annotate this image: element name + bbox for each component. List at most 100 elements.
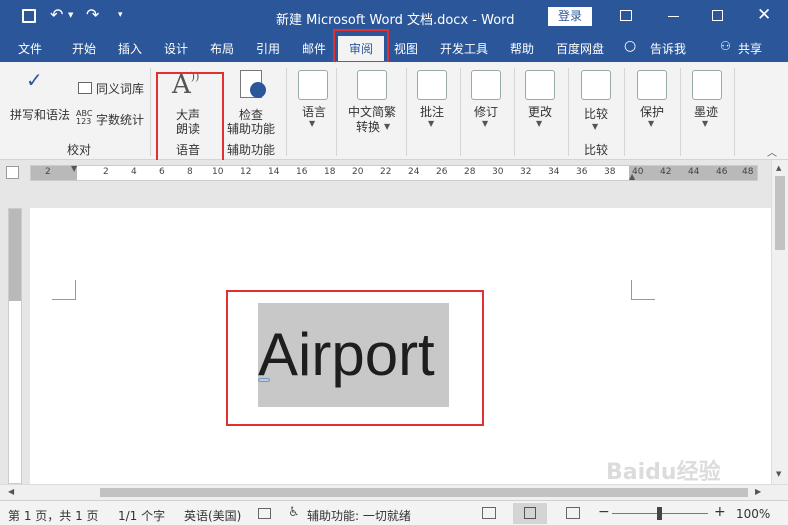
ribbon-display-options-icon[interactable] bbox=[620, 10, 632, 21]
document-page[interactable]: Airport Baidu经验 bbox=[30, 208, 777, 485]
accessibility-icon: ♿ bbox=[288, 505, 300, 520]
protect-dropdown-icon[interactable]: ▼ bbox=[648, 119, 654, 128]
watermark-logo: Baidu经验 bbox=[606, 460, 721, 485]
document-title: 新建 Microsoft Word 文档.docx - Word bbox=[276, 13, 515, 28]
status-bar: 第 1 页，共 1 页 1/1 个字 英语(美国) ♿ 辅助功能: 一切就绪 −… bbox=[0, 500, 788, 525]
tab-design[interactable]: 设计 bbox=[164, 40, 188, 57]
print-layout-inner-icon bbox=[524, 507, 536, 519]
tab-layout[interactable]: 布局 bbox=[210, 40, 234, 57]
page-count[interactable]: 第 1 页，共 1 页 bbox=[8, 507, 99, 524]
zoom-in-icon[interactable]: + bbox=[714, 504, 726, 520]
spelling-check-icon: ✓ bbox=[26, 68, 43, 92]
horizontal-scroll-thumb[interactable] bbox=[100, 488, 748, 497]
maximize-icon[interactable] bbox=[712, 10, 723, 21]
changes-icon bbox=[525, 70, 555, 100]
tracking-dropdown-icon[interactable]: ▼ bbox=[482, 119, 488, 128]
read-mode-icon[interactable] bbox=[482, 507, 496, 519]
language-button[interactable]: 语言 bbox=[302, 103, 326, 120]
ruler-number: 4 bbox=[131, 167, 137, 177]
tracking-button[interactable]: 修订 bbox=[474, 103, 498, 120]
comments-dropdown-icon[interactable]: ▼ bbox=[428, 119, 434, 128]
tab-developer[interactable]: 开发工具 bbox=[440, 40, 488, 57]
ruler-number: 12 bbox=[240, 167, 252, 177]
tab-mailings[interactable]: 邮件 bbox=[302, 40, 326, 57]
redo-icon[interactable]: ↷ bbox=[86, 5, 99, 24]
language-status[interactable]: 英语(美国) bbox=[184, 507, 241, 524]
ink-button[interactable]: 墨迹 bbox=[694, 103, 718, 120]
title-bar: ↶ ▼ ↷ ▾ 新建 Microsoft Word 文档.docx - Word… bbox=[0, 0, 788, 34]
tab-selector-icon[interactable] bbox=[6, 166, 19, 179]
tell-me-box[interactable]: 告诉我 bbox=[650, 40, 686, 57]
ruler-number: 28 bbox=[464, 167, 476, 177]
zoom-slider-thumb[interactable] bbox=[657, 507, 662, 520]
first-line-indent-marker[interactable]: ▼ bbox=[71, 164, 77, 173]
tab-insert[interactable]: 插入 bbox=[118, 40, 142, 57]
undo-icon[interactable]: ↶ bbox=[50, 5, 63, 24]
ruler-number: 36 bbox=[576, 167, 588, 177]
ribbon: ✓ 拼写和语法 同义词库 ABC 123 字数统计 校对 A)) 大声 朗读 语音… bbox=[0, 62, 788, 169]
save-icon[interactable] bbox=[22, 9, 36, 23]
vertical-scrollbar[interactable]: ▲ ▼ bbox=[771, 160, 788, 484]
login-button[interactable]: 登录 bbox=[548, 7, 592, 26]
horizontal-ruler[interactable]: ▼ ▲ 2 2 4 6 8 10 12 14 16 18 20 22 24 26… bbox=[30, 164, 758, 181]
scroll-left-icon[interactable]: ◀ bbox=[8, 487, 14, 496]
word-count[interactable]: 1/1 个字 bbox=[118, 507, 165, 524]
comments-button[interactable]: 批注 bbox=[420, 103, 444, 120]
tab-references[interactable]: 引用 bbox=[256, 40, 280, 57]
spelling-grammar-button[interactable]: 拼写和语法 bbox=[10, 106, 70, 123]
ruler-number: 46 bbox=[716, 167, 728, 177]
word-count-button[interactable]: 字数统计 bbox=[96, 111, 144, 128]
ruler-number: 18 bbox=[324, 167, 336, 177]
language-dropdown-icon[interactable]: ▼ bbox=[309, 119, 315, 128]
chinese-conversion-dropdown-icon[interactable]: ▼ bbox=[384, 122, 390, 131]
ruler-number: 14 bbox=[268, 167, 280, 177]
check-accessibility-line2[interactable]: 辅助功能 bbox=[227, 120, 275, 137]
chinese-conversion-icon bbox=[357, 70, 387, 100]
ink-dropdown-icon[interactable]: ▼ bbox=[702, 119, 708, 128]
scroll-up-icon[interactable]: ▲ bbox=[776, 164, 781, 172]
macro-record-icon[interactable] bbox=[258, 508, 271, 519]
changes-dropdown-icon[interactable]: ▼ bbox=[536, 119, 542, 128]
ruler-number: 44 bbox=[688, 167, 700, 177]
vertical-ruler[interactable] bbox=[8, 208, 22, 484]
ink-icon bbox=[692, 70, 722, 100]
compare-button[interactable]: 比较 bbox=[584, 105, 608, 122]
thesaurus-button[interactable]: 同义词库 bbox=[96, 80, 144, 97]
ruler-number: 8 bbox=[187, 167, 193, 177]
scroll-right-icon[interactable]: ▶ bbox=[755, 487, 761, 496]
read-aloud-highlight bbox=[156, 72, 224, 169]
close-icon[interactable]: ✕ bbox=[757, 5, 771, 25]
ruler-number: 42 bbox=[660, 167, 672, 177]
top-left-margin-mark bbox=[52, 280, 76, 300]
ruler-number: 48 bbox=[742, 167, 754, 177]
zoom-out-icon[interactable]: − bbox=[598, 504, 610, 520]
compare-dropdown-icon[interactable]: ▼ bbox=[592, 122, 598, 131]
tab-file[interactable]: 文件 bbox=[18, 40, 42, 57]
changes-button[interactable]: 更改 bbox=[528, 103, 552, 120]
group-accessibility-label: 辅助功能 bbox=[227, 143, 276, 157]
scroll-down-icon[interactable]: ▼ bbox=[776, 470, 781, 478]
protect-button[interactable]: 保护 bbox=[640, 103, 664, 120]
tab-help[interactable]: 帮助 bbox=[510, 40, 534, 57]
vertical-scroll-thumb[interactable] bbox=[775, 176, 785, 250]
chinese-conversion-line2[interactable]: 转换 bbox=[356, 118, 380, 135]
web-layout-icon[interactable] bbox=[566, 507, 580, 519]
ruler-number: 34 bbox=[548, 167, 560, 177]
horizontal-scrollbar[interactable]: ◀ ▶ bbox=[0, 484, 788, 500]
collapse-ribbon-icon[interactable]: ︿ bbox=[767, 144, 777, 159]
comments-icon bbox=[417, 70, 447, 100]
ruler-number: 10 bbox=[212, 167, 224, 177]
person-icon: ⚇ bbox=[720, 39, 731, 53]
share-button[interactable]: 共享 bbox=[738, 40, 762, 57]
ruler-number: 38 bbox=[604, 167, 616, 177]
undo-dropdown-icon[interactable]: ▼ bbox=[68, 11, 73, 19]
minimize-icon[interactable] bbox=[668, 16, 679, 17]
accessibility-status[interactable]: 辅助功能: 一切就绪 bbox=[307, 507, 411, 524]
tab-baidu-netdisk[interactable]: 百度网盘 bbox=[556, 40, 604, 57]
tab-home[interactable]: 开始 bbox=[72, 40, 96, 57]
tab-view[interactable]: 视图 bbox=[394, 40, 418, 57]
protect-icon bbox=[637, 70, 667, 100]
customize-toolbar-icon[interactable]: ▾ bbox=[118, 10, 123, 20]
top-right-margin-mark bbox=[631, 280, 655, 300]
zoom-level[interactable]: 100% bbox=[736, 507, 770, 521]
